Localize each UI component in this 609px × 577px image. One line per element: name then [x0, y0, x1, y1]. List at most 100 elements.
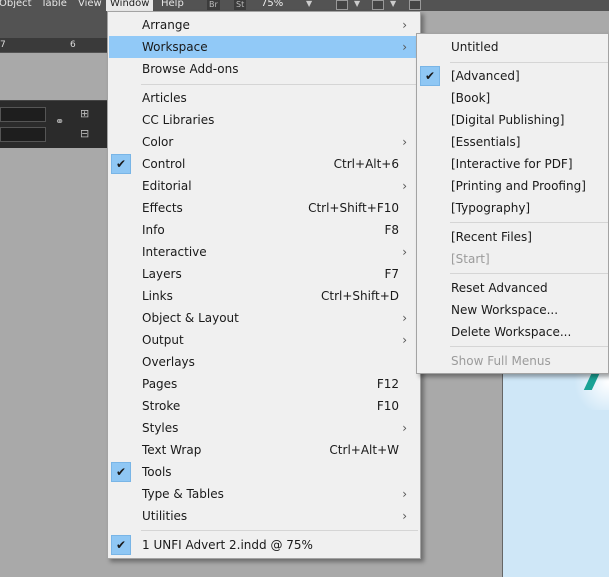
menu-bar: Object Table View Window Help Br St 75% …: [0, 0, 609, 11]
workspace-item-printing-proofing[interactable]: [Printing and Proofing]: [418, 175, 609, 197]
menu-item-label: New Workspace...: [451, 303, 559, 317]
chevron-right-icon: ›: [402, 487, 407, 501]
menu-item-links[interactable]: Links Ctrl+Shift+D: [109, 285, 419, 307]
menu-item-info[interactable]: Info F8: [109, 219, 419, 241]
menu-item-label: 1 UNFI Advert 2.indd @ 75%: [142, 538, 313, 552]
chevron-right-icon: ›: [402, 135, 407, 149]
control-panel: ⚭ ⊞ ⊟: [0, 100, 110, 148]
menu-item-label: [Typography]: [451, 201, 531, 215]
workspace-item-interactive-pdf[interactable]: [Interactive for PDF]: [418, 153, 609, 175]
screen-mode-dropdown-icon[interactable]: ▼: [390, 0, 396, 8]
zoom-dropdown-icon[interactable]: ▼: [306, 0, 312, 8]
menu-item-shortcut: Ctrl+Shift+D: [321, 289, 399, 303]
menu-item-open-document[interactable]: ✔ 1 UNFI Advert 2.indd @ 75%: [109, 534, 419, 556]
workspace-item-delete[interactable]: Delete Workspace...: [418, 321, 609, 343]
workspace-item-book[interactable]: [Book]: [418, 87, 609, 109]
menu-item-stroke[interactable]: Stroke F10: [109, 395, 419, 417]
screen-mode-icon[interactable]: [372, 0, 384, 10]
zoom-level[interactable]: 75%: [261, 0, 283, 10]
menu-separator: [141, 84, 418, 85]
check-icon: ✔: [111, 462, 131, 482]
menu-item-label: Arrange: [142, 18, 190, 32]
workspace-item-new[interactable]: New Workspace...: [418, 299, 609, 321]
menu-separator: [450, 222, 608, 223]
menu-item-editorial[interactable]: Editorial ›: [109, 175, 419, 197]
menu-item-browse-add-ons[interactable]: Browse Add-ons: [109, 58, 419, 80]
menu-item-label: Stroke: [142, 399, 181, 413]
menu-item-label: Control: [142, 157, 186, 171]
menu-item-label: Overlays: [142, 355, 195, 369]
workspace-item-typography[interactable]: [Typography]: [418, 197, 609, 219]
menu-view[interactable]: View: [78, 0, 102, 11]
bridge-button[interactable]: Br: [207, 0, 220, 10]
workspace-item-reset[interactable]: Reset Advanced: [418, 277, 609, 299]
menu-item-effects[interactable]: Effects Ctrl+Shift+F10: [109, 197, 419, 219]
menu-item-overlays[interactable]: Overlays: [109, 351, 419, 373]
menu-item-label: Color: [142, 135, 174, 149]
menu-item-shortcut: F8: [384, 223, 399, 237]
menu-object[interactable]: Object: [0, 0, 32, 11]
view-options-icon[interactable]: [336, 0, 348, 10]
control-field-bottom[interactable]: [0, 127, 46, 142]
menu-item-label: Styles: [142, 421, 179, 435]
workspace-item-untitled[interactable]: Untitled: [418, 36, 609, 58]
menu-item-color[interactable]: Color ›: [109, 131, 419, 153]
menu-item-tools[interactable]: ✔ Tools: [109, 461, 419, 483]
menu-item-label: [Advanced]: [451, 69, 520, 83]
stock-button[interactable]: St: [234, 0, 247, 10]
menu-separator: [450, 273, 608, 274]
workspace-item-digital-publishing[interactable]: [Digital Publishing]: [418, 109, 609, 131]
menu-item-label: [Digital Publishing]: [451, 113, 565, 127]
menu-item-text-wrap[interactable]: Text Wrap Ctrl+Alt+W: [109, 439, 419, 461]
menu-item-control[interactable]: ✔ Control Ctrl+Alt+6: [109, 153, 419, 175]
page-artwork-glow: [568, 370, 609, 410]
menu-item-interactive[interactable]: Interactive ›: [109, 241, 419, 263]
menu-item-styles[interactable]: Styles ›: [109, 417, 419, 439]
chevron-right-icon: ›: [402, 18, 407, 32]
menu-separator: [450, 346, 608, 347]
view-options-dropdown-icon[interactable]: ▼: [354, 0, 360, 8]
menu-item-utilities[interactable]: Utilities ›: [109, 505, 419, 527]
menu-item-label: [Essentials]: [451, 135, 521, 149]
menu-help[interactable]: Help: [161, 0, 184, 11]
workspace-item-advanced[interactable]: ✔ [Advanced]: [418, 65, 609, 87]
chevron-right-icon: ›: [402, 245, 407, 259]
menu-item-articles[interactable]: Articles: [109, 87, 419, 109]
workspace-submenu: Untitled ✔ [Advanced] [Book] [Digital Pu…: [416, 33, 609, 374]
menu-item-layers[interactable]: Layers F7: [109, 263, 419, 285]
check-icon: ✔: [420, 66, 440, 86]
arrange-documents-icon[interactable]: [409, 0, 421, 10]
menu-item-pages[interactable]: Pages F12: [109, 373, 419, 395]
menu-item-label: [Book]: [451, 91, 491, 105]
constrain-link-icon[interactable]: ⚭: [55, 115, 64, 128]
workspace-item-essentials[interactable]: [Essentials]: [418, 131, 609, 153]
scale-y-icon[interactable]: ⊟: [80, 127, 89, 140]
menu-item-label: Reset Advanced: [451, 281, 548, 295]
menu-item-cc-libraries[interactable]: CC Libraries: [109, 109, 419, 131]
menu-item-label: Articles: [142, 91, 187, 105]
menu-item-label: Text Wrap: [142, 443, 202, 457]
workspace-item-show-full-menus: Show Full Menus: [418, 350, 609, 372]
menu-item-label: Workspace: [142, 40, 208, 54]
menu-item-shortcut: F7: [384, 267, 399, 281]
window-menu: Arrange › Workspace › Browse Add-ons Art…: [107, 11, 421, 559]
control-field-top[interactable]: [0, 107, 46, 122]
menu-item-arrange[interactable]: Arrange ›: [109, 14, 419, 36]
menu-item-type-tables[interactable]: Type & Tables ›: [109, 483, 419, 505]
workspace-item-recent-files[interactable]: [Recent Files]: [418, 226, 609, 248]
menu-separator: [141, 530, 418, 531]
menu-item-shortcut: F10: [376, 399, 399, 413]
menu-item-label: Output: [142, 333, 184, 347]
chevron-right-icon: ›: [402, 421, 407, 435]
menu-item-output[interactable]: Output ›: [109, 329, 419, 351]
check-icon: ✔: [111, 535, 131, 555]
menu-item-label: Pages: [142, 377, 178, 391]
workspace-item-start: [Start]: [418, 248, 609, 270]
check-icon: ✔: [111, 154, 131, 174]
menu-table[interactable]: Table: [41, 0, 67, 11]
scale-x-icon[interactable]: ⊞: [80, 107, 89, 120]
menu-window[interactable]: Window: [106, 0, 154, 11]
menu-item-workspace[interactable]: Workspace ›: [109, 36, 419, 58]
menu-item-label: Editorial: [142, 179, 192, 193]
menu-item-object-layout[interactable]: Object & Layout ›: [109, 307, 419, 329]
